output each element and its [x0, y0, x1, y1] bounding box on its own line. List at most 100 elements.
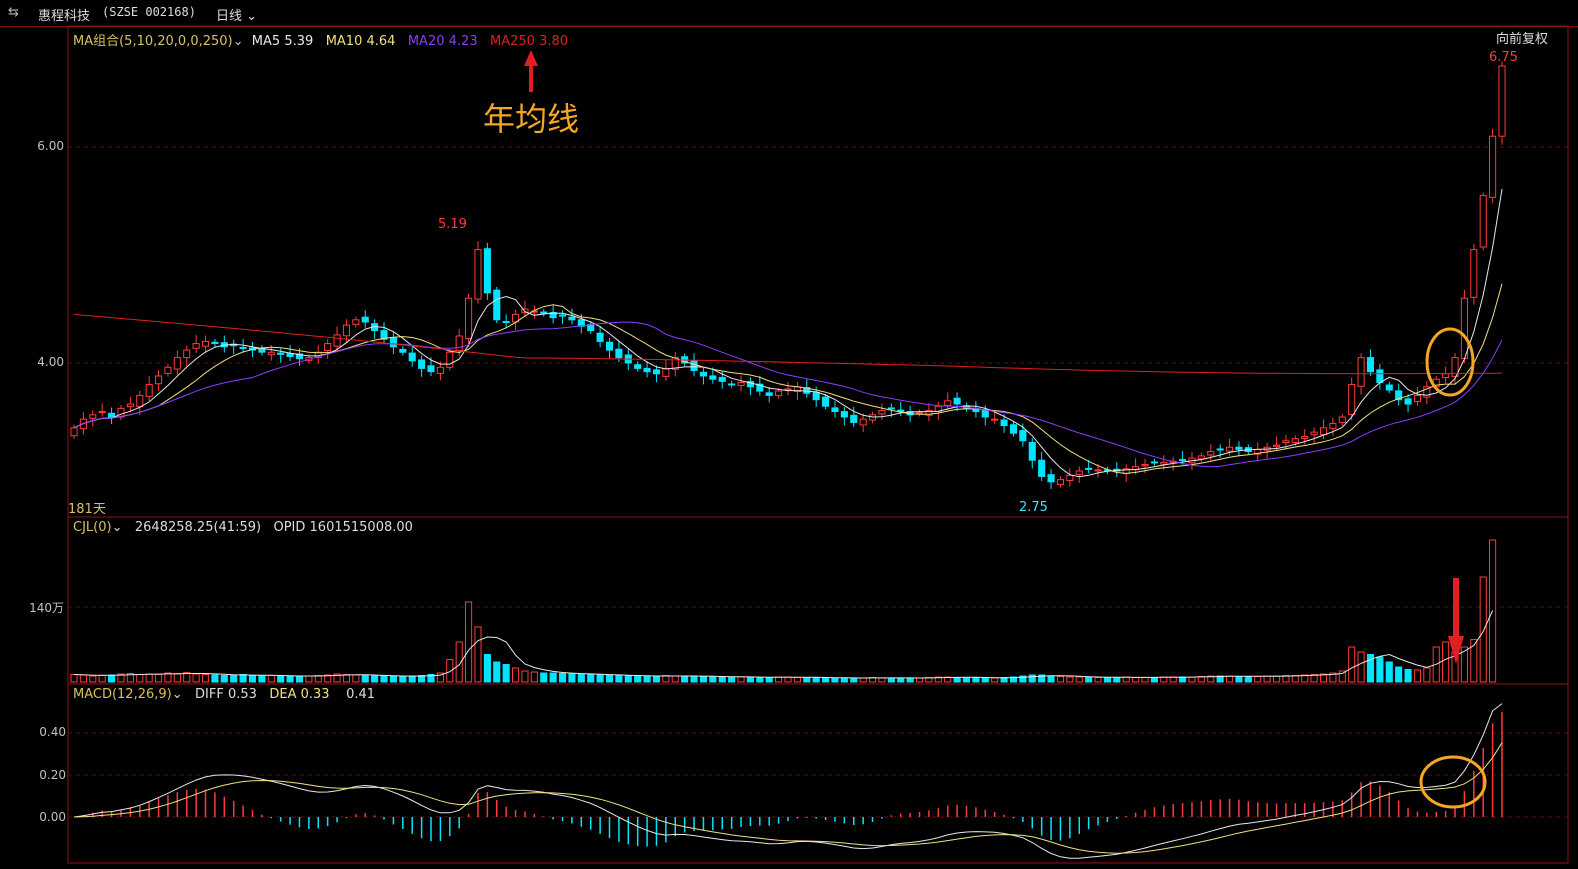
volume-bar: [737, 676, 745, 683]
volume-bar: [803, 677, 811, 683]
annual-line-annotation: 年均线: [483, 100, 580, 138]
volume-bar: [699, 676, 708, 683]
candle-body: [1216, 448, 1224, 451]
volume-title[interactable]: CJL(0): [73, 520, 112, 535]
volume-bar: [681, 675, 689, 683]
candle-body: [211, 341, 219, 345]
macd-tick-020: 0.20: [39, 768, 66, 782]
volume-tick: 140万: [29, 601, 64, 615]
candle-body: [483, 248, 491, 294]
ma-legend: MA组合(5,10,20,0,0,250)⌄ MA5 5.39 MA10 4.6…: [73, 30, 568, 49]
candle-body: [446, 351, 454, 368]
macd-panel: [73, 703, 1503, 859]
candle-body: [652, 369, 661, 375]
volume-bar: [972, 677, 980, 683]
gridlines: [68, 146, 1568, 818]
candle-body: [775, 390, 783, 396]
candle-body: [389, 337, 397, 348]
candle-body: [1329, 422, 1337, 430]
volume-bar: [643, 676, 651, 683]
ma-title[interactable]: MA组合(5,10,20,0,0,250): [73, 34, 233, 49]
volume-bar: [192, 673, 200, 683]
volume-bar: [1103, 677, 1111, 683]
candle-body: [1141, 464, 1149, 467]
volume-bar: [483, 654, 491, 683]
volume-bar: [248, 675, 257, 683]
volume-bar: [286, 675, 294, 683]
volume-bar: [1075, 676, 1083, 683]
candle-body: [136, 394, 144, 408]
candle-body: [1291, 438, 1299, 443]
volume-bar: [1348, 646, 1356, 683]
chevron-down-icon[interactable]: ⌄: [233, 34, 244, 49]
candle-body: [1460, 297, 1468, 359]
ma20-label: MA20: [407, 34, 445, 49]
candle-body: [465, 297, 473, 340]
volume-bar: [991, 677, 999, 683]
volume-bar: [352, 674, 360, 683]
candle-body: [1489, 135, 1497, 198]
highlight-circle-macd: [1419, 755, 1487, 809]
volume-bar: [1385, 661, 1393, 683]
adjust-mode[interactable]: 向前复权: [1496, 28, 1548, 47]
volume-bar: [211, 674, 219, 683]
chevron-down-icon[interactable]: ⌄: [172, 687, 183, 702]
volume-panel: [70, 539, 1497, 683]
candle-body: [1094, 469, 1102, 472]
candle-body: [737, 381, 745, 386]
low-label: 2.75: [1019, 500, 1048, 515]
candle-body: [1038, 459, 1046, 477]
candle-body: [98, 411, 106, 414]
candle-body: [342, 324, 351, 337]
candle-body: [361, 316, 369, 323]
candle-body: [1075, 470, 1083, 475]
volume-bar: [258, 675, 266, 683]
dea-value: DEA 0.33: [269, 687, 330, 702]
volume-bar: [173, 673, 181, 683]
candle-body: [915, 412, 924, 415]
candle-body: [324, 343, 332, 351]
ma10-value: 4.64: [366, 34, 396, 49]
candle-body: [502, 321, 510, 324]
volume-bar: [587, 674, 595, 683]
chevron-down-icon[interactable]: ⌄: [112, 520, 123, 535]
volume-bar: [1094, 677, 1102, 683]
candle-body: [568, 316, 576, 321]
ma5-label: MA5: [251, 34, 281, 49]
volume-bar: [380, 675, 388, 683]
candle-body: [944, 400, 952, 406]
volume-legend: CJL(0)⌄ 2648258.25(41:59) OPID 160151500…: [73, 520, 413, 535]
volume-bar: [540, 672, 548, 683]
volume-bar: [709, 676, 717, 683]
volume-bar: [615, 675, 623, 683]
candle-body: [70, 427, 78, 437]
volume-bar: [1413, 669, 1422, 683]
candle-body: [850, 414, 858, 423]
chart-canvas: [67, 25, 1569, 864]
volume-bar: [493, 661, 501, 683]
volume-bar: [521, 670, 529, 683]
candle-body: [1000, 419, 1008, 427]
macd-value: 0.41: [346, 687, 376, 702]
volume-bar: [652, 675, 661, 683]
macd-title[interactable]: MACD(12,26,9): [73, 687, 172, 702]
volume-bar: [1442, 641, 1450, 683]
volume-bar: [220, 675, 228, 683]
candle-body: [765, 392, 773, 396]
volume-bar: [502, 664, 510, 683]
volume-bar: [981, 677, 989, 683]
candle-body: [991, 418, 999, 421]
candle-body: [605, 341, 614, 351]
volume-bar: [784, 676, 792, 683]
candle-body: [1366, 357, 1375, 373]
volume-bar: [671, 675, 679, 683]
macd-tick-000: 0.00: [39, 810, 66, 824]
candle-body: [1479, 195, 1487, 248]
candle-body: [408, 352, 416, 362]
candle-body: [981, 409, 989, 418]
volume-bar: [1141, 677, 1149, 683]
candle-body: [145, 384, 153, 397]
volume-bar: [1376, 656, 1384, 683]
volume-bar: [1132, 677, 1140, 683]
candle-body: [662, 367, 670, 377]
